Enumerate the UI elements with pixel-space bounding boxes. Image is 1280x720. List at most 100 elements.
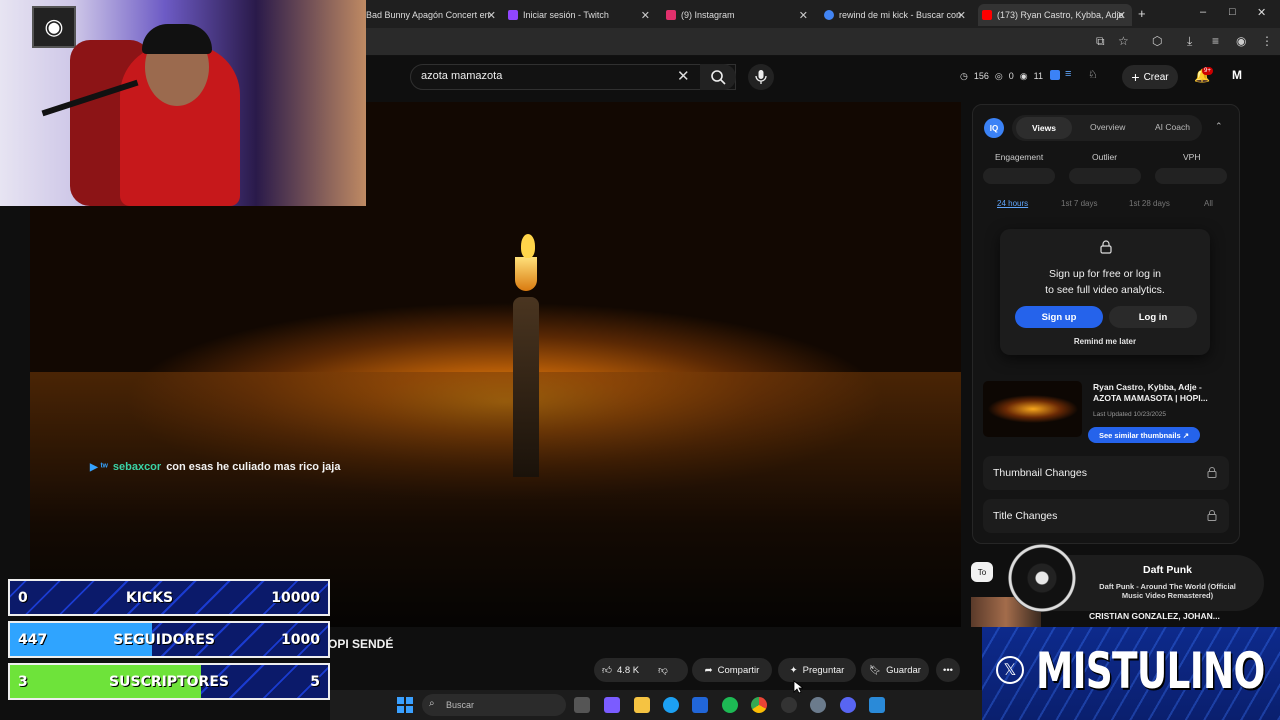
counter-label: SEGUIDORES — [113, 631, 215, 648]
extension-stats[interactable]: ◷ 156 ◎ 0 ◉ 11 — [960, 71, 1043, 82]
share-label: Compartir — [717, 664, 760, 676]
metric-vph: VPH — [1183, 152, 1201, 162]
tab-label: rewind de mi kick - Buscar con — [839, 10, 962, 20]
tab-youtube[interactable]: (173) Ryan Castro, Kybba, Adje ✕ — [978, 4, 1132, 26]
media-icon[interactable]: ≡ — [1212, 34, 1219, 48]
menu-icon[interactable]: ⋮ — [1261, 34, 1273, 48]
avatar[interactable]: M — [1232, 68, 1248, 84]
like-button[interactable]: 👍︎ 4.8 K 👎︎ — [594, 658, 688, 682]
webcam-overlay: ◉ — [0, 0, 366, 206]
ask-button[interactable]: ✦ Preguntar — [778, 658, 856, 682]
trophy-icon[interactable]: ♘ — [1088, 68, 1098, 81]
recommended-title[interactable]: CRISTIAN GONZALEZ, JOHAN... — [1089, 611, 1220, 621]
stat-b: 0 — [1008, 71, 1014, 81]
mic-icon — [755, 70, 767, 84]
eye-logo-icon: ◉ — [32, 6, 76, 48]
metric-outlier: Outlier — [1092, 152, 1118, 162]
tab-label: (9) Instagram — [681, 10, 735, 20]
chat-badge: ▶ ᵗʷ — [90, 461, 108, 473]
login-button[interactable]: Log in — [1109, 306, 1197, 328]
range-all[interactable]: All — [1204, 199, 1213, 208]
extensions-icon[interactable]: ⬡ — [1152, 34, 1162, 48]
signup-button[interactable]: Sign up — [1015, 306, 1103, 328]
taskbar-search[interactable]: Buscar — [422, 694, 566, 716]
chrome-icon[interactable] — [751, 697, 767, 713]
store-icon[interactable] — [692, 697, 708, 713]
close-icon[interactable]: ✕ — [957, 9, 966, 22]
download-icon[interactable]: ⤓ — [1187, 34, 1192, 49]
obs-icon[interactable] — [781, 697, 797, 713]
upgrade-text-line2: to see full video analytics. — [1045, 284, 1165, 296]
tab-twitch[interactable]: Iniciar sesión - Twitch ✕ — [504, 4, 656, 26]
range-28d[interactable]: 1st 28 days — [1129, 199, 1170, 208]
task-view-icon[interactable] — [574, 697, 590, 713]
more-actions-button[interactable]: ••• — [936, 658, 960, 682]
maximize-button[interactable]: □ — [1229, 6, 1236, 18]
settings-icon[interactable] — [810, 697, 826, 713]
minimize-button[interactable]: – — [1200, 6, 1206, 18]
plus-icon: + — [1131, 69, 1140, 85]
tab-instagram[interactable]: (9) Instagram ✕ — [662, 4, 814, 26]
profile-icon[interactable]: ◉ — [1236, 34, 1246, 48]
thumbnail-changes-row[interactable]: Thumbnail Changes — [983, 456, 1229, 490]
voice-search-button[interactable] — [748, 64, 774, 90]
tab-google[interactable]: rewind de mi kick - Buscar con ✕ — [820, 4, 972, 26]
spotify-icon[interactable] — [722, 697, 738, 713]
remind-later-link[interactable]: Remind me later — [1000, 337, 1210, 346]
edge-icon[interactable] — [663, 697, 679, 713]
search-icon: ⌕ — [429, 698, 435, 709]
new-tab-button[interactable]: + — [1138, 6, 1146, 21]
save-button[interactable]: 🔖︎ Guardar — [861, 658, 929, 682]
search-query[interactable]: azota mamazota — [421, 70, 502, 82]
thumbs-up-icon: 👍︎ — [602, 665, 612, 676]
tab-bad-bunny[interactable]: Bad Bunny Apagón Concert en ✕ — [362, 4, 502, 26]
tab-overview[interactable]: Overview — [1090, 122, 1125, 132]
title-changes-row[interactable]: Title Changes — [983, 499, 1229, 533]
filter-chip[interactable]: To — [971, 562, 993, 582]
star-icon[interactable]: ☆ — [1118, 34, 1129, 48]
tab-views[interactable]: Views — [1016, 117, 1072, 139]
video-thumbnail[interactable] — [983, 381, 1082, 437]
thumbnail-title: AZOTA MAMASOTA | HOPI... — [1093, 393, 1208, 403]
streamer-cap — [142, 24, 212, 54]
chat-username: sebaxcor — [112, 461, 162, 473]
windows-start-icon[interactable] — [397, 697, 413, 713]
similar-thumbnails-button[interactable]: See similar thumbnails ↗ — [1088, 427, 1200, 443]
install-icon[interactable]: ⧉ — [1096, 34, 1105, 49]
counter-goal: 10000 — [271, 589, 320, 606]
range-24h[interactable]: 24 hours — [997, 199, 1028, 208]
create-button[interactable]: + Crear — [1122, 65, 1178, 89]
lock-icon — [1207, 467, 1217, 478]
search-button[interactable] — [700, 64, 736, 90]
share-button[interactable]: ➦ Compartir — [692, 658, 772, 682]
notification-badge: 9+ — [1202, 67, 1213, 75]
instagram-icon — [666, 10, 676, 20]
vidiq-icon[interactable] — [1050, 70, 1060, 80]
thumbnail-title: Ryan Castro, Kybba, Adje - — [1093, 382, 1202, 392]
stat-c: 11 — [1033, 71, 1043, 81]
clock-icon: ◷ — [960, 71, 968, 81]
close-icon[interactable]: ✕ — [799, 9, 808, 22]
clear-search-icon[interactable]: ✕ — [677, 67, 690, 85]
mouse-cursor — [793, 680, 803, 694]
widgets-icon[interactable] — [604, 697, 620, 713]
close-icon[interactable]: ✕ — [1117, 9, 1126, 22]
video-glass — [515, 257, 537, 291]
file-explorer-icon[interactable] — [634, 697, 650, 713]
discord-icon[interactable] — [840, 697, 856, 713]
thumbs-down-icon[interactable]: 👎︎ — [658, 664, 668, 676]
video-flame — [521, 234, 535, 258]
close-icon[interactable]: ✕ — [487, 9, 496, 22]
close-window-button[interactable]: ✕ — [1257, 6, 1266, 19]
tab-ai-coach[interactable]: AI Coach — [1155, 122, 1190, 132]
close-icon[interactable]: ✕ — [641, 9, 650, 22]
metric-outlier-value — [1069, 168, 1141, 184]
collapse-icon[interactable]: ⌃ — [1215, 121, 1223, 132]
search-icon — [711, 70, 726, 85]
list-icon[interactable]: ≡ — [1065, 68, 1071, 80]
more-icon: ••• — [943, 664, 953, 676]
row-label: Thumbnail Changes — [993, 467, 1087, 479]
counter-followers: 447 SEGUIDORES 1000 — [8, 621, 330, 658]
range-7d[interactable]: 1st 7 days — [1061, 199, 1097, 208]
photos-icon[interactable] — [869, 697, 885, 713]
